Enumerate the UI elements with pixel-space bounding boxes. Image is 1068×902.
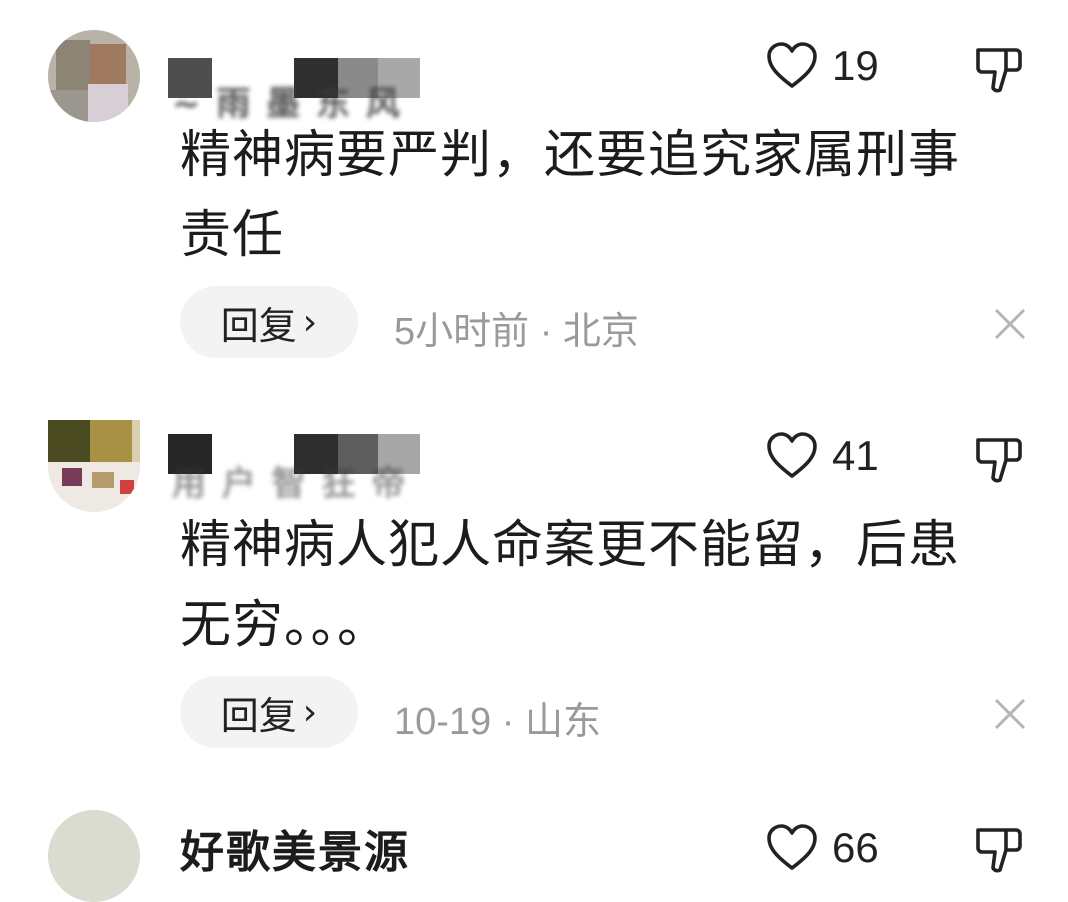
avatar[interactable] bbox=[48, 810, 140, 902]
chevron-right-icon: › bbox=[302, 301, 318, 343]
close-icon bbox=[994, 698, 1026, 730]
dislike-button[interactable] bbox=[970, 822, 1026, 878]
thumbs-down-icon bbox=[976, 828, 1022, 873]
comment-text: 精神病要严判，还要追究家属刑事责任 bbox=[180, 126, 961, 265]
like-button[interactable]: 19 bbox=[766, 38, 879, 94]
avatar[interactable] bbox=[48, 420, 140, 512]
username[interactable]: ~ 雨 墨 东 风 bbox=[168, 44, 428, 124]
comment-text: 精神病人犯人命案更不能留，后患无穷。。。 bbox=[180, 516, 961, 655]
heart-outline-icon bbox=[767, 432, 817, 478]
username[interactable]: 用 户 智 狂 帝 bbox=[168, 426, 428, 504]
comment-location: 山东 bbox=[524, 701, 601, 743]
heart-outline-icon bbox=[767, 824, 817, 870]
reply-button[interactable]: 回复 › bbox=[180, 676, 358, 748]
thumbs-down-icon bbox=[976, 438, 1022, 483]
heart-outline-icon bbox=[767, 42, 817, 88]
reply-label: 回复 bbox=[220, 303, 297, 348]
thumbs-down-icon bbox=[976, 48, 1022, 93]
username-text: 用 户 智 狂 帝 bbox=[172, 464, 408, 504]
comment-item: 好歌美景源 66 bbox=[0, 806, 1068, 902]
close-button[interactable] bbox=[990, 304, 1030, 344]
comment-meta: 5小时前 · 北京 bbox=[394, 300, 639, 355]
comment-time: 5小时前 bbox=[394, 311, 530, 353]
comment-item: ~ 雨 墨 东 风 19 精神病要严判，还要追究家属刑事责任 回复 › 5小时前… bbox=[0, 30, 1068, 370]
reply-button[interactable]: 回复 › bbox=[180, 286, 358, 358]
like-count: 66 bbox=[832, 824, 879, 871]
dislike-button[interactable] bbox=[970, 432, 1026, 488]
like-count: 19 bbox=[832, 42, 879, 89]
comment-meta: 10-19 · 山东 bbox=[394, 690, 601, 745]
reply-label: 回复 bbox=[220, 693, 297, 738]
like-count: 41 bbox=[832, 432, 879, 479]
like-button[interactable]: 41 bbox=[766, 428, 879, 484]
close-icon bbox=[994, 308, 1026, 340]
meta-separator: · bbox=[491, 701, 525, 743]
comment-item: 用 户 智 狂 帝 41 精神病人犯人命案更不能留，后患无穷。。。 回复 › 1… bbox=[0, 418, 1068, 758]
comment-location: 北京 bbox=[562, 311, 639, 353]
meta-separator: · bbox=[529, 311, 563, 353]
avatar[interactable] bbox=[48, 30, 140, 122]
username-text[interactable]: 好歌美景源 bbox=[180, 816, 410, 880]
dislike-button[interactable] bbox=[970, 42, 1026, 98]
close-button[interactable] bbox=[990, 694, 1030, 734]
like-button[interactable]: 66 bbox=[766, 820, 879, 876]
comment-time: 10-19 bbox=[394, 701, 492, 743]
chevron-right-icon: › bbox=[302, 691, 318, 733]
